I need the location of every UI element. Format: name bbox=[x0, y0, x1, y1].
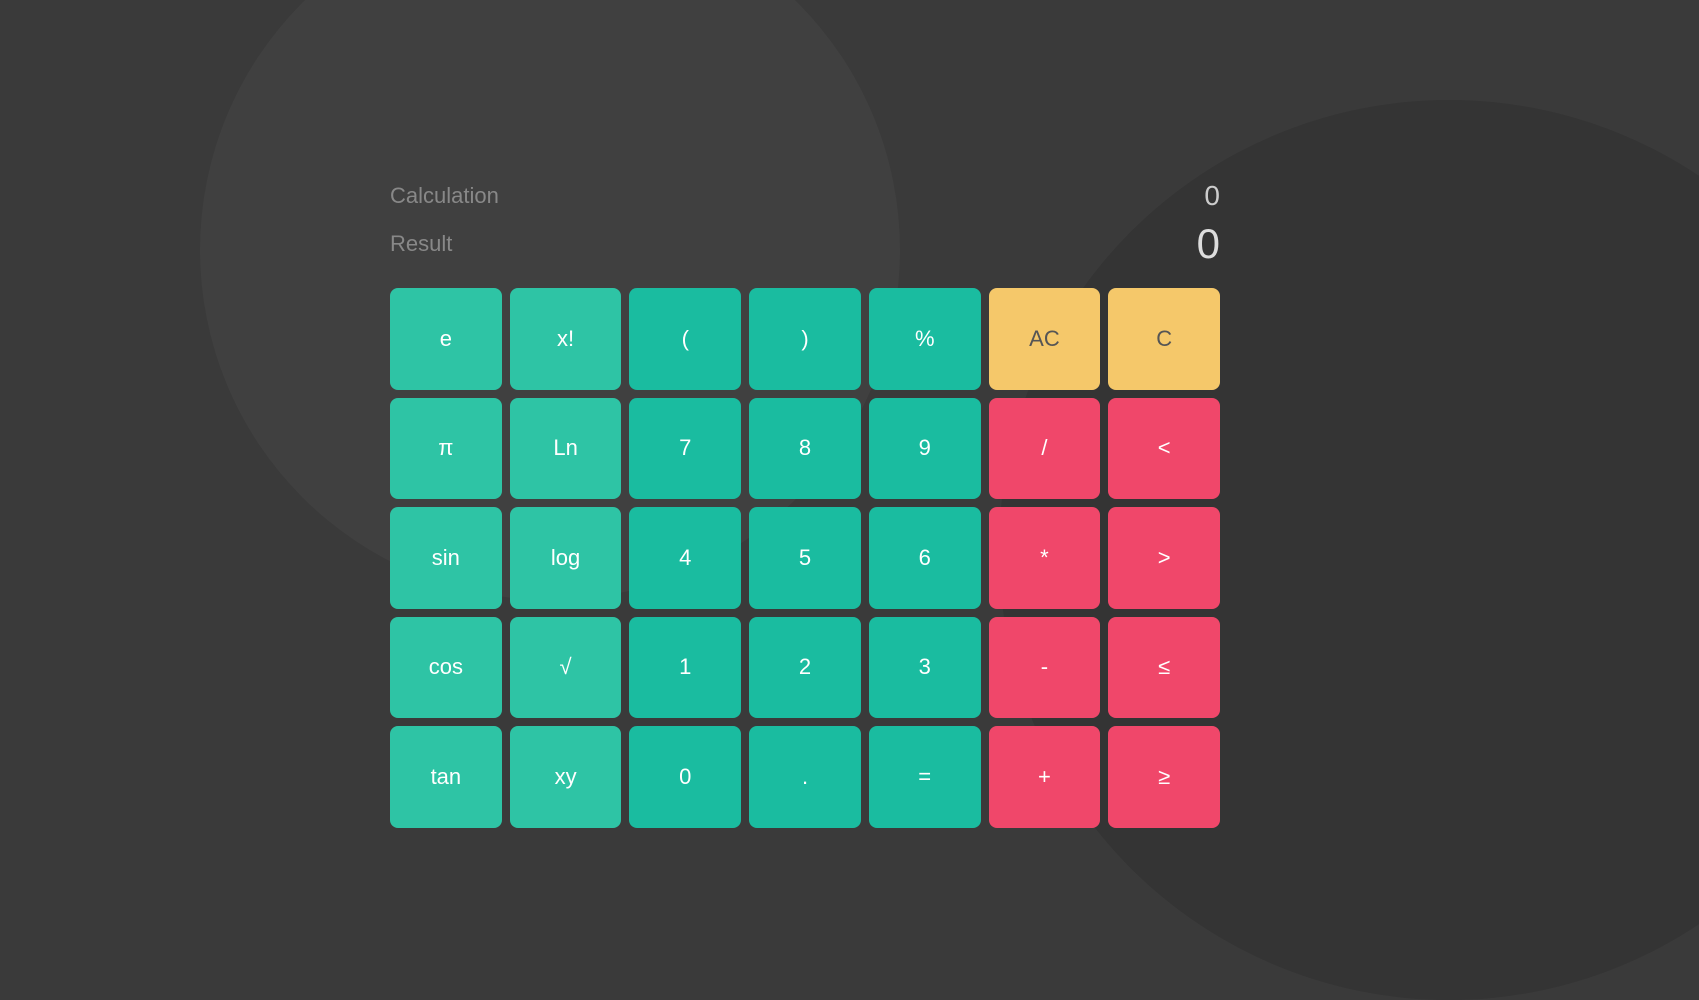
btn-gte[interactable]: ≥ bbox=[1108, 726, 1220, 828]
calculation-label: Calculation bbox=[390, 183, 499, 209]
calculator: Calculation 0 Result 0 ex!()%ACCπLn789/<… bbox=[390, 180, 1220, 828]
result-label: Result bbox=[390, 231, 452, 257]
btn-1[interactable]: 1 bbox=[629, 617, 741, 719]
btn-tan[interactable]: tan bbox=[390, 726, 502, 828]
btn-sqrt[interactable]: √ bbox=[510, 617, 622, 719]
btn-ac[interactable]: AC bbox=[989, 288, 1101, 390]
btn-5[interactable]: 5 bbox=[749, 507, 861, 609]
btn-4[interactable]: 4 bbox=[629, 507, 741, 609]
btn-close-paren[interactable]: ) bbox=[749, 288, 861, 390]
btn-8[interactable]: 8 bbox=[749, 398, 861, 500]
btn-6[interactable]: 6 bbox=[869, 507, 981, 609]
btn-equals[interactable]: = bbox=[869, 726, 981, 828]
btn-add[interactable]: + bbox=[989, 726, 1101, 828]
btn-0[interactable]: 0 bbox=[629, 726, 741, 828]
btn-xy[interactable]: xy bbox=[510, 726, 622, 828]
btn-cos[interactable]: cos bbox=[390, 617, 502, 719]
btn-sin[interactable]: sin bbox=[390, 507, 502, 609]
btn-open-paren[interactable]: ( bbox=[629, 288, 741, 390]
btn-e[interactable]: e bbox=[390, 288, 502, 390]
btn-3[interactable]: 3 bbox=[869, 617, 981, 719]
btn-pi[interactable]: π bbox=[390, 398, 502, 500]
display-section: Calculation 0 Result 0 bbox=[390, 180, 1220, 268]
btn-divide[interactable]: / bbox=[989, 398, 1101, 500]
btn-less-than[interactable]: < bbox=[1108, 398, 1220, 500]
btn-percent[interactable]: % bbox=[869, 288, 981, 390]
calculation-value: 0 bbox=[1180, 180, 1220, 212]
btn-multiply[interactable]: * bbox=[989, 507, 1101, 609]
result-value: 0 bbox=[1180, 220, 1220, 268]
btn-factorial[interactable]: x! bbox=[510, 288, 622, 390]
btn-greater-than[interactable]: > bbox=[1108, 507, 1220, 609]
btn-7[interactable]: 7 bbox=[629, 398, 741, 500]
btn-lte[interactable]: ≤ bbox=[1108, 617, 1220, 719]
btn-2[interactable]: 2 bbox=[749, 617, 861, 719]
btn-subtract[interactable]: - bbox=[989, 617, 1101, 719]
calculation-row: Calculation 0 bbox=[390, 180, 1220, 212]
result-row: Result 0 bbox=[390, 220, 1220, 268]
btn-log[interactable]: log bbox=[510, 507, 622, 609]
btn-ln[interactable]: Ln bbox=[510, 398, 622, 500]
buttons-grid: ex!()%ACCπLn789/< sinlog456*> cos√123-≤ tan… bbox=[390, 288, 1220, 828]
btn-c[interactable]: C bbox=[1108, 288, 1220, 390]
btn-dot[interactable]: . bbox=[749, 726, 861, 828]
btn-9[interactable]: 9 bbox=[869, 398, 981, 500]
